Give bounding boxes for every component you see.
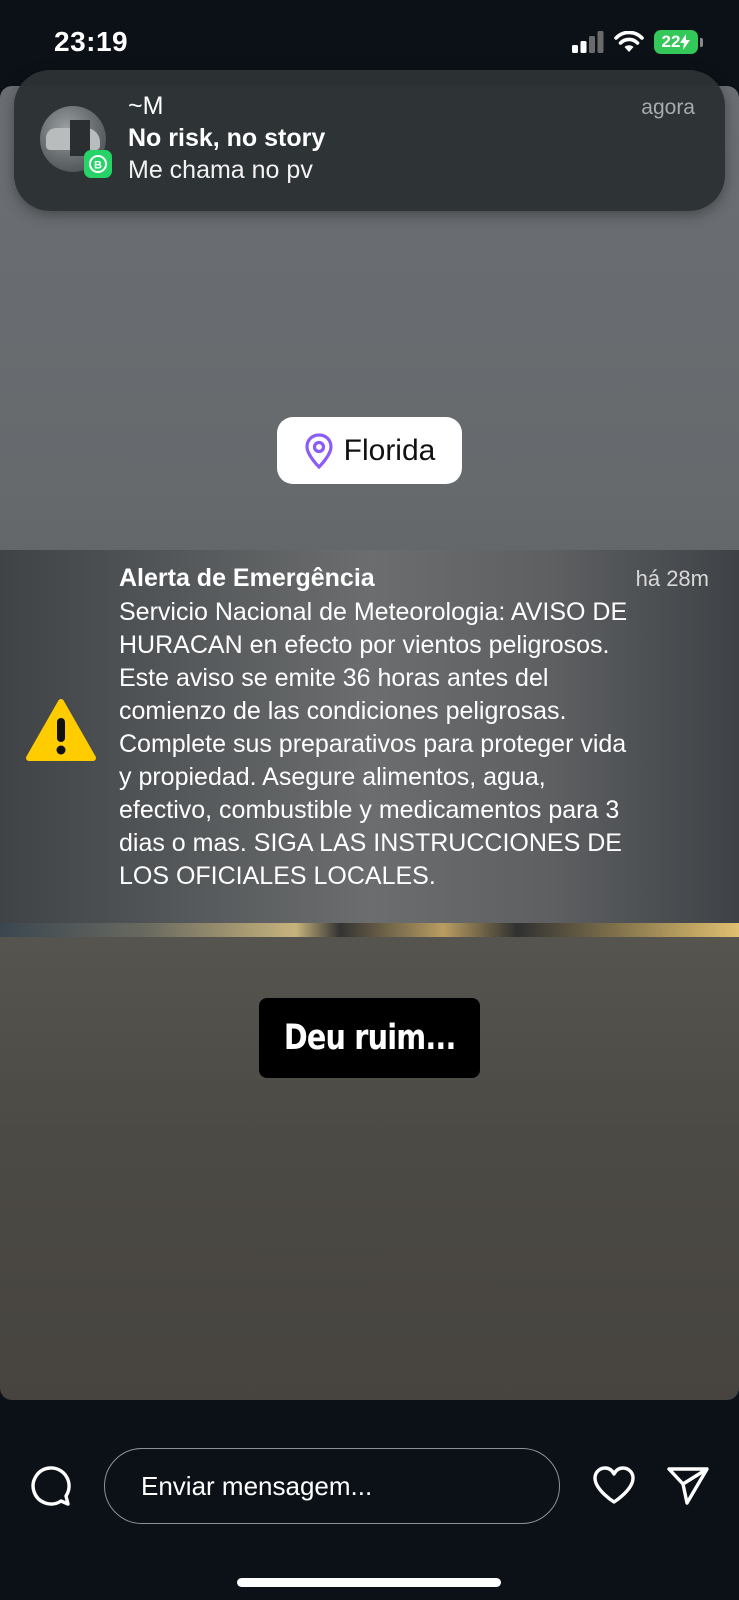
alert-title: Alerta de Emergência bbox=[119, 564, 375, 592]
camera-chat-icon[interactable] bbox=[29, 1465, 71, 1507]
warning-icon bbox=[26, 699, 96, 761]
text-sticker[interactable]: Deu ruim... bbox=[259, 998, 480, 1078]
notification-body: Me chama no pv bbox=[128, 156, 313, 184]
location-label: Florida bbox=[343, 433, 436, 467]
bolt-icon bbox=[680, 34, 691, 50]
message-input-placeholder: Enviar mensagem... bbox=[141, 1470, 373, 1501]
location-pin-icon bbox=[305, 432, 333, 469]
text-sticker-label: Deu ruim... bbox=[283, 1018, 457, 1058]
whatsapp-business-icon: B bbox=[84, 150, 112, 178]
svg-text:B: B bbox=[94, 160, 102, 172]
alert-time: há 28m bbox=[635, 566, 709, 591]
status-time: 23:19 bbox=[54, 26, 129, 57]
whatsapp-notification[interactable]: B ~M No risk, no story Me chama no pv ag… bbox=[14, 70, 725, 211]
status-icons: 22 bbox=[572, 30, 703, 54]
home-indicator[interactable] bbox=[237, 1578, 501, 1587]
cellular-signal-icon bbox=[572, 31, 604, 53]
whatsapp-b-glyph: B bbox=[89, 155, 107, 173]
notification-sender: ~M bbox=[128, 92, 164, 120]
emergency-alert-screenshot: Alerta de Emergência há 28m Servicio Nac… bbox=[0, 550, 739, 937]
alert-bottom-edge bbox=[0, 923, 739, 937]
notification-title: No risk, no story bbox=[128, 124, 326, 152]
alert-body: Servicio Nacional de Meteorologia: AVISO… bbox=[119, 598, 628, 890]
notification-time: agora bbox=[641, 96, 695, 119]
battery-level: 22 bbox=[661, 32, 681, 51]
send-icon[interactable] bbox=[666, 1465, 710, 1505]
heart-icon[interactable] bbox=[592, 1465, 636, 1505]
battery-charging-icon: 22 bbox=[654, 30, 698, 54]
message-input[interactable]: Enviar mensagem... bbox=[104, 1448, 560, 1524]
location-sticker[interactable]: Florida bbox=[277, 417, 462, 484]
battery-cap bbox=[700, 37, 703, 47]
wifi-icon bbox=[614, 31, 644, 52]
